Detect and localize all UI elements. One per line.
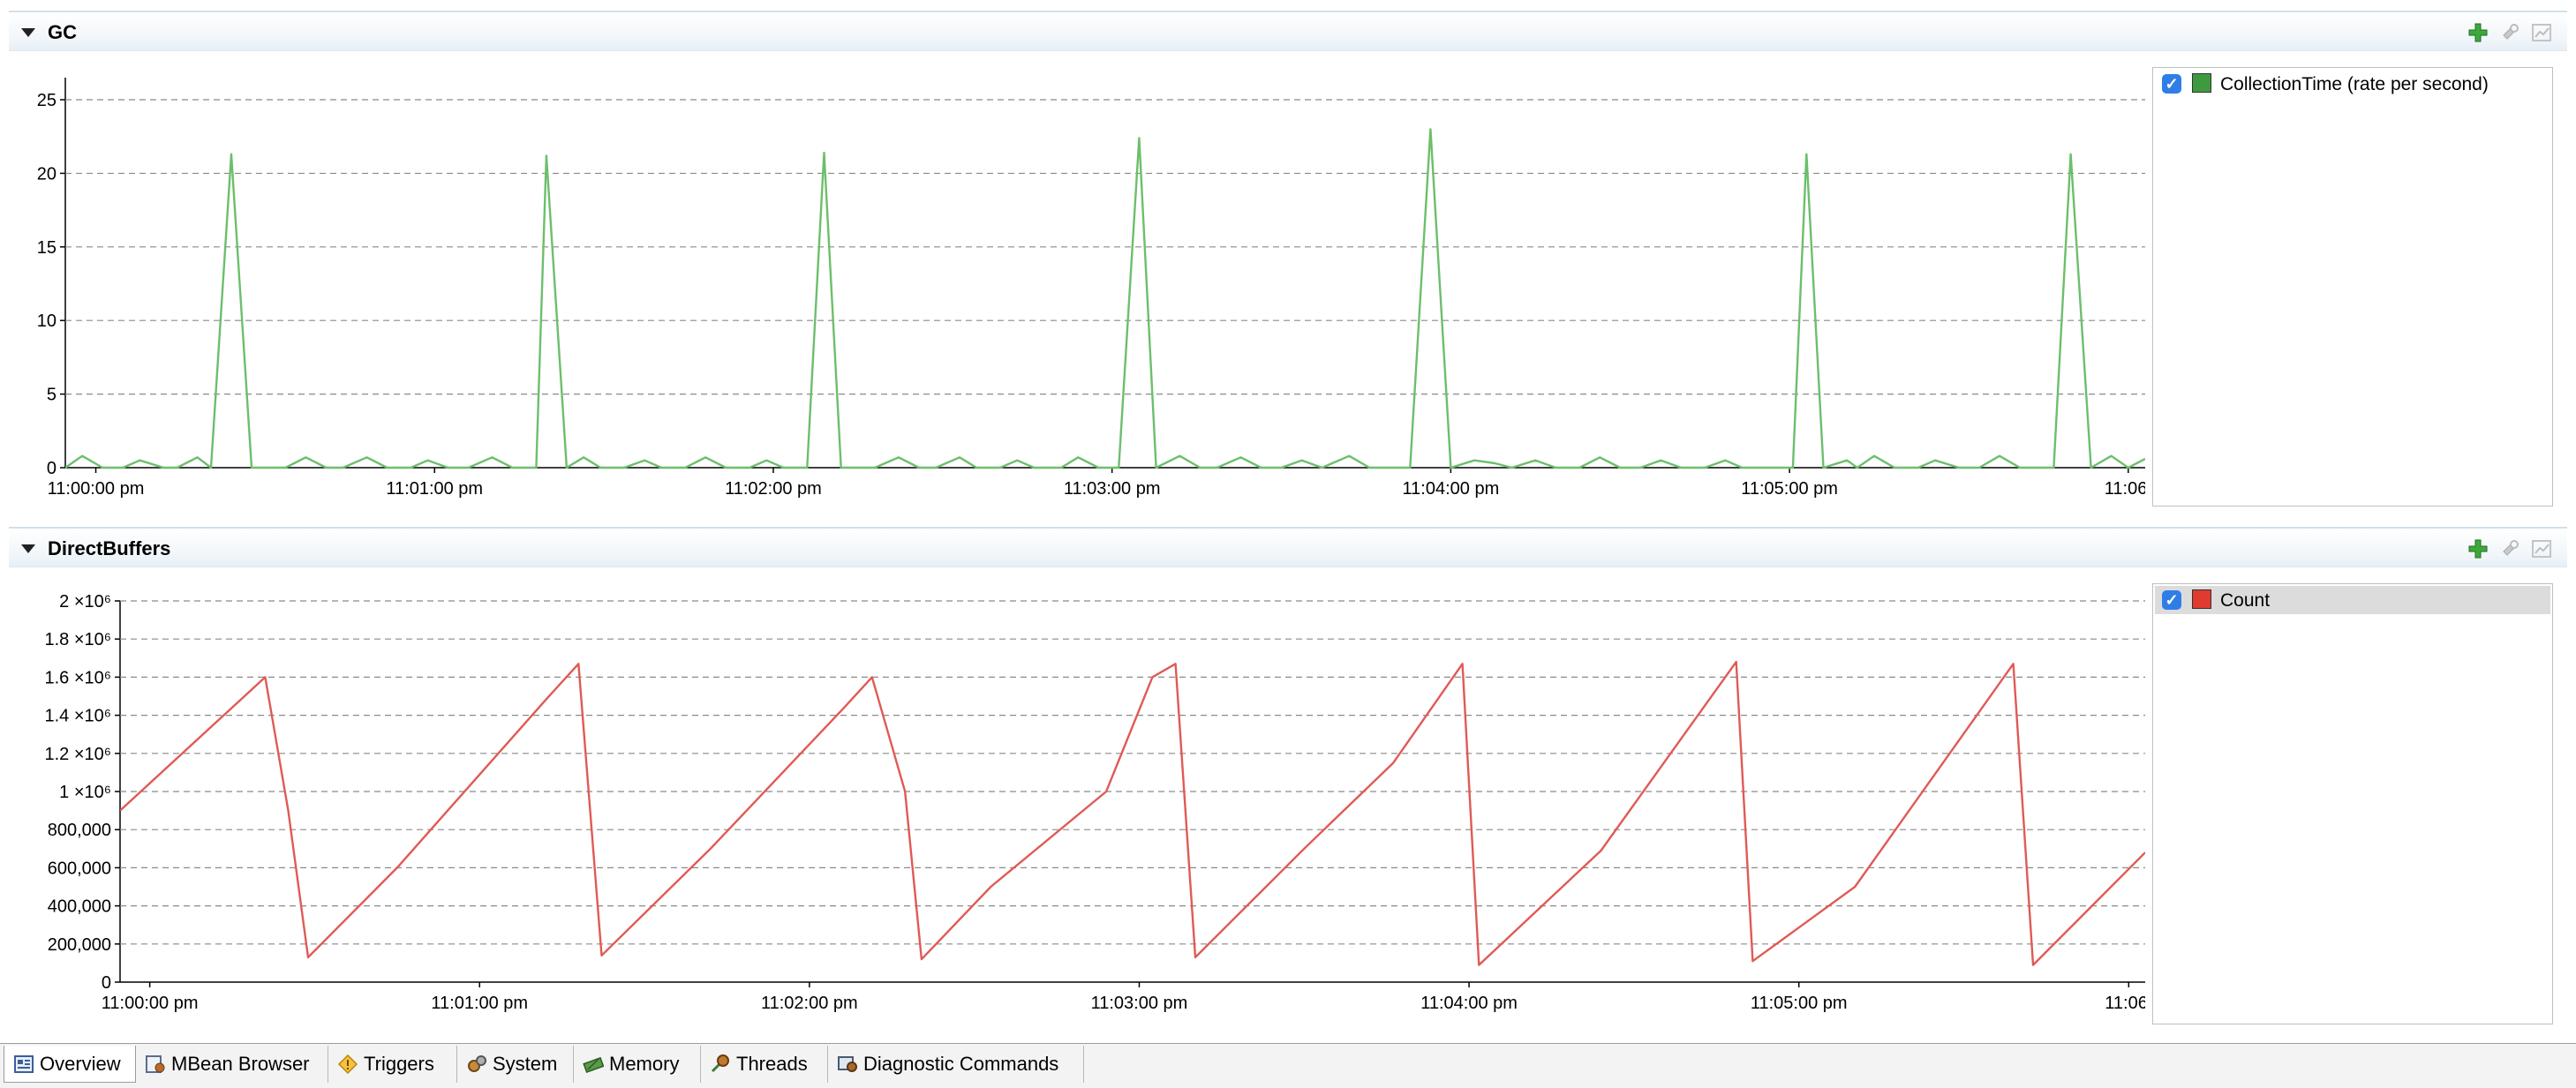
x-tick-label: 11:05:00 pm xyxy=(1741,479,1838,499)
y-tick-label: 200,000 xyxy=(48,935,111,955)
collapse-triangle-icon[interactable] xyxy=(21,28,35,37)
x-tick-label: 11:06: xyxy=(2105,994,2145,1013)
y-tick-label: 15 xyxy=(37,238,56,258)
direct-buffers-chart: 0 200,000 400,000 600,000 800,000 1 ×10⁶ 1.2 ×… xyxy=(44,592,2145,1013)
y-tick-label: 1.6 ×10⁶ xyxy=(44,668,111,687)
x-tick-label: 11:01:00 pm xyxy=(386,479,483,499)
chart-settings-icon[interactable] xyxy=(2530,537,2553,560)
y-tick-label: 25 xyxy=(37,91,56,110)
chart-settings-icon[interactable] xyxy=(2530,21,2553,44)
x-tick-label: 11:05:00 pm xyxy=(1751,994,1848,1013)
y-tick-label: 0 xyxy=(47,459,56,478)
series-label: Count xyxy=(2220,590,2271,611)
series-checkbox[interactable]: ✓ xyxy=(2162,590,2181,610)
tab-label: MBean Browser xyxy=(171,1053,310,1075)
x-tick-label: 11:00:00 pm xyxy=(102,994,199,1013)
direct-buffers-panel-header[interactable]: DirectBuffers xyxy=(9,527,2567,567)
memory-icon xyxy=(583,1056,604,1074)
y-tick-label: 1.8 ×10⁶ xyxy=(44,630,111,649)
panel-title: DirectBuffers xyxy=(48,537,171,559)
tab-label: Threads xyxy=(736,1053,808,1075)
tab-label: Overview xyxy=(40,1053,121,1075)
add-icon[interactable] xyxy=(2467,21,2489,44)
x-tick-label: 11:02:00 pm xyxy=(761,994,858,1013)
legend-row-collection-time[interactable]: ✓ CollectionTime (rate per second) xyxy=(2155,70,2550,98)
refresh-icon[interactable] xyxy=(2498,537,2521,560)
x-tick-label: 11:01:00 pm xyxy=(431,994,528,1013)
y-tick-label: 600,000 xyxy=(48,859,111,878)
tab-overview[interactable]: Overview xyxy=(4,1046,136,1083)
y-tick-label: 0 xyxy=(102,973,111,993)
y-tick-label: 1 ×10⁶ xyxy=(59,783,111,802)
x-tick-label: 11:04:00 pm xyxy=(1403,479,1500,499)
mbean-browser-icon xyxy=(146,1055,165,1073)
x-tick-label: 11:04:00 pm xyxy=(1420,994,1518,1013)
direct-buffers-panel: DirectBuffers 0 200,000 400,000 600,000 800,… xyxy=(9,527,2567,1039)
tab-system[interactable]: System xyxy=(457,1046,574,1083)
y-tick-label: 2 ×10⁶ xyxy=(59,592,111,612)
tab-mbean-browser[interactable]: MBean Browser xyxy=(136,1046,328,1083)
tab-memory[interactable]: Memory xyxy=(574,1046,701,1083)
x-tick-label: 11:00:00 pm xyxy=(48,479,145,499)
y-tick-label: 1.4 ×10⁶ xyxy=(44,707,111,726)
series-checkbox[interactable]: ✓ xyxy=(2162,74,2181,94)
series-color-swatch xyxy=(2192,73,2211,93)
gc-panel-header[interactable]: GC xyxy=(9,11,2567,51)
gc-legend: ✓ CollectionTime (rate per second) xyxy=(2152,67,2553,506)
tab-label: Triggers xyxy=(364,1053,434,1075)
overview-icon xyxy=(14,1055,34,1073)
bottom-tab-bar: Overview MBean Browser Triggers System M… xyxy=(0,1043,2576,1088)
x-tick-label: 11:03:00 pm xyxy=(1091,994,1188,1013)
tab-label: Memory xyxy=(609,1053,680,1075)
tab-threads[interactable]: Threads xyxy=(701,1046,828,1083)
system-icon xyxy=(468,1055,486,1072)
series-color-swatch xyxy=(2192,589,2211,609)
series-label: CollectionTime (rate per second) xyxy=(2220,74,2489,94)
refresh-icon[interactable] xyxy=(2498,21,2521,44)
x-tick-label: 11:02:00 pm xyxy=(725,479,822,499)
tab-triggers[interactable]: Triggers xyxy=(328,1046,457,1083)
collapse-triangle-icon[interactable] xyxy=(21,544,35,553)
series-line xyxy=(120,660,2145,966)
legend-row-count[interactable]: ✓ Count xyxy=(2155,586,2550,614)
direct-buffers-legend: ✓ Count xyxy=(2152,583,2553,1024)
y-tick-label: 800,000 xyxy=(48,821,111,840)
y-tick-label: 1.2 ×10⁶ xyxy=(44,745,111,764)
panel-title: GC xyxy=(48,21,77,43)
gc-panel: GC 0 5 10 15 20 25 11:00:00 pm 11:01:00 pm 11:02… xyxy=(9,11,2567,522)
diagnostic-commands-icon xyxy=(838,1056,857,1072)
series-line xyxy=(65,128,2145,469)
y-tick-label: 20 xyxy=(37,164,56,184)
threads-icon xyxy=(711,1054,729,1073)
y-tick-label: 400,000 xyxy=(48,897,111,917)
gc-chart: 0 5 10 15 20 25 11:00:00 pm 11:01:00 pm 11:02:00… xyxy=(37,78,2145,499)
add-icon[interactable] xyxy=(2467,537,2489,560)
x-tick-label: 11:03:00 pm xyxy=(1064,479,1161,499)
tab-label: Diagnostic Commands xyxy=(863,1053,1059,1075)
y-tick-label: 5 xyxy=(47,386,56,405)
tab-label: System xyxy=(493,1053,558,1075)
x-tick-label: 11:06: xyxy=(2105,479,2145,499)
tab-diagnostic-commands[interactable]: Diagnostic Commands xyxy=(828,1046,1084,1083)
triggers-icon xyxy=(337,1054,358,1075)
y-tick-label: 10 xyxy=(37,311,56,331)
